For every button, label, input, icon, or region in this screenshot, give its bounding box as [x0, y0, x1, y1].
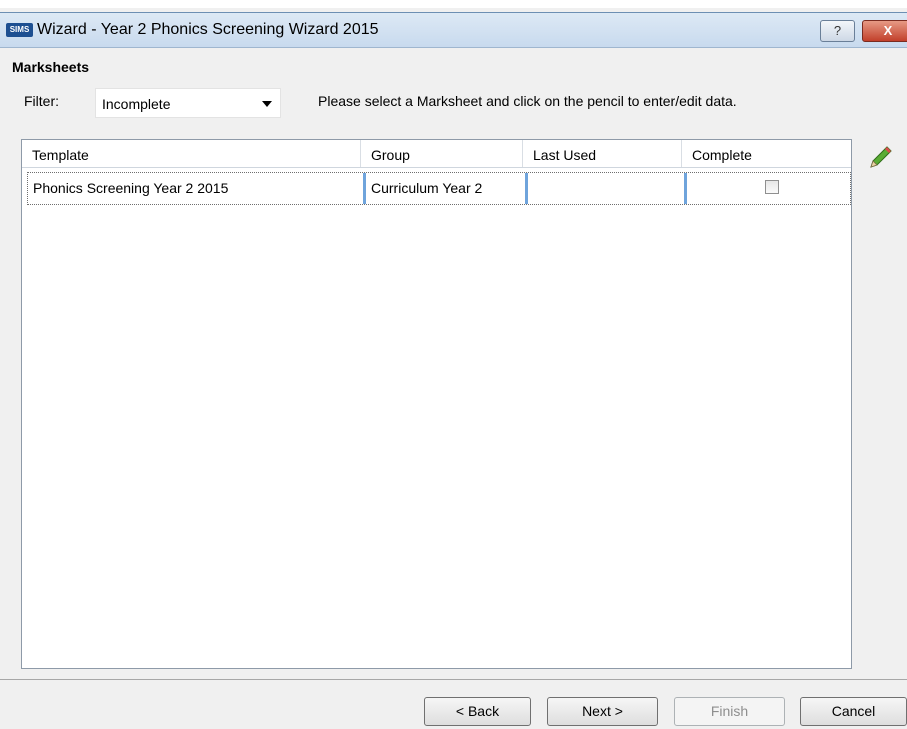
marksheet-grid[interactable]: Template Group Last Used Complete Phonic… [21, 139, 852, 669]
cell-last-used[interactable] [528, 173, 684, 204]
window-title: Wizard - Year 2 Phonics Screening Wizard… [37, 21, 379, 38]
next-button[interactable]: Next > [547, 697, 658, 726]
sims-app-icon: SIMS [6, 23, 33, 37]
section-title: Marksheets [12, 59, 90, 75]
close-button[interactable]: X [862, 20, 907, 42]
cell-complete[interactable] [687, 173, 850, 204]
column-header-last-used[interactable]: Last Used [523, 140, 682, 167]
filter-selected-value: Incomplete [102, 96, 171, 112]
column-header-group[interactable]: Group [361, 140, 523, 167]
cancel-button[interactable]: Cancel [800, 697, 907, 726]
filter-dropdown[interactable]: Incomplete [95, 88, 281, 118]
instruction-text: Please select a Marksheet and click on t… [318, 93, 737, 109]
table-row[interactable]: Phonics Screening Year 2 2015 Curriculum… [27, 172, 851, 205]
finish-button[interactable]: Finish [674, 697, 785, 726]
column-header-complete[interactable]: Complete [682, 140, 851, 167]
help-button[interactable]: ? [820, 20, 855, 42]
column-header-template[interactable]: Template [22, 140, 361, 167]
cell-template[interactable]: Phonics Screening Year 2 2015 [28, 173, 362, 204]
top-strip [0, 0, 907, 8]
cell-group[interactable]: Curriculum Year 2 [366, 173, 526, 204]
filter-label: Filter: [24, 93, 59, 109]
complete-checkbox[interactable] [765, 180, 779, 194]
chevron-down-icon[interactable] [262, 101, 272, 107]
window-title-bar: SIMS Wizard - Year 2 Phonics Screening W… [0, 12, 907, 48]
pencil-edit-icon[interactable] [868, 144, 894, 170]
grid-header: Template Group Last Used Complete [22, 140, 851, 168]
back-button[interactable]: < Back [424, 697, 531, 726]
footer-divider [0, 679, 907, 680]
